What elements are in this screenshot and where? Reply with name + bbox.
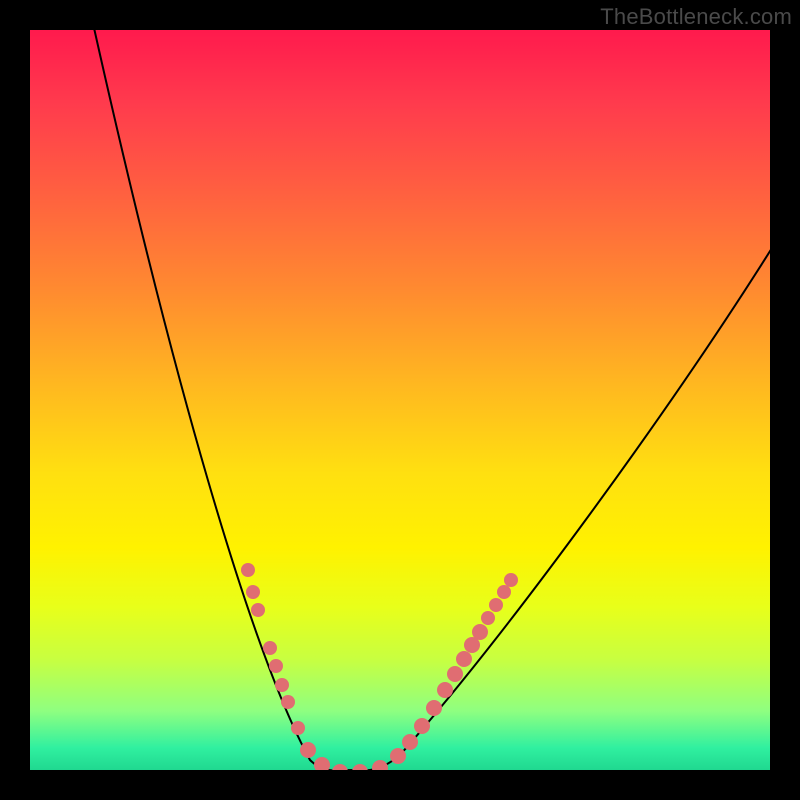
data-point bbox=[497, 585, 511, 599]
data-point bbox=[241, 563, 255, 577]
left-curve bbox=[90, 30, 350, 770]
data-point bbox=[472, 624, 488, 640]
data-point bbox=[456, 651, 472, 667]
data-point bbox=[314, 757, 330, 770]
data-point bbox=[437, 682, 453, 698]
data-point bbox=[275, 678, 289, 692]
data-point bbox=[481, 611, 495, 625]
watermark-text: TheBottleneck.com bbox=[600, 4, 792, 30]
data-point bbox=[426, 700, 442, 716]
data-point bbox=[269, 659, 283, 673]
data-point bbox=[372, 760, 388, 770]
data-points bbox=[241, 563, 518, 770]
data-point bbox=[504, 573, 518, 587]
data-point bbox=[447, 666, 463, 682]
data-point bbox=[281, 695, 295, 709]
data-point bbox=[332, 764, 348, 770]
data-point bbox=[402, 734, 418, 750]
data-point bbox=[390, 748, 406, 764]
data-point bbox=[251, 603, 265, 617]
chart-frame: TheBottleneck.com bbox=[0, 0, 800, 800]
data-point bbox=[300, 742, 316, 758]
data-point bbox=[291, 721, 305, 735]
right-curve bbox=[350, 248, 770, 770]
plot-area bbox=[30, 30, 770, 770]
data-point bbox=[263, 641, 277, 655]
data-point bbox=[352, 764, 368, 770]
data-point bbox=[414, 718, 430, 734]
data-point bbox=[246, 585, 260, 599]
data-point bbox=[489, 598, 503, 612]
chart-svg bbox=[30, 30, 770, 770]
